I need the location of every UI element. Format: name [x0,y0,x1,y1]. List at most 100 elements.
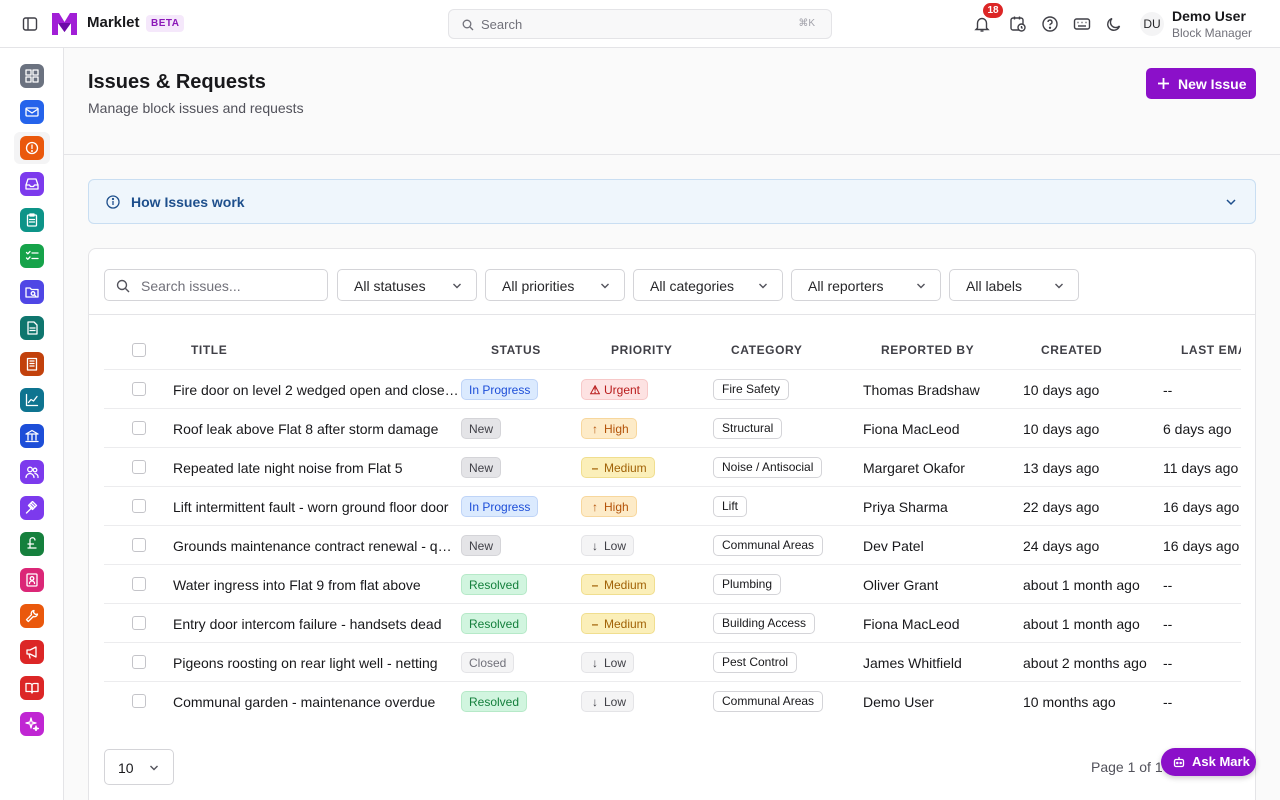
row-checkbox[interactable] [132,616,146,630]
folder-search-icon [25,287,39,298]
ask-mark-button[interactable]: Ask Mark [1161,748,1256,776]
global-search[interactable]: Search ⌘K [448,9,832,39]
issue-title[interactable]: Repeated late night noise from Flat 5 [173,460,459,476]
table-row[interactable]: Water ingress into Flat 9 from flat abov… [104,564,1241,603]
sidebar-item-mail[interactable] [20,100,44,124]
labels-filter[interactable]: All labels [949,269,1079,301]
avatar[interactable]: DU [1140,12,1164,36]
sidebar-item-pound[interactable] [20,532,44,556]
row-checkbox[interactable] [132,538,146,552]
sidebar-item-wrench[interactable] [20,604,44,628]
table-row[interactable]: Fire door on level 2 wedged open and clo… [104,369,1241,408]
how-issues-work-banner[interactable]: How Issues work [88,179,1256,224]
issue-title[interactable]: Fire door on level 2 wedged open and clo… [173,382,459,398]
column-header-title[interactable]: TITLE [191,343,227,357]
row-checkbox[interactable] [132,460,146,474]
table-row[interactable]: Lift intermittent fault - worn ground fl… [104,486,1241,525]
moon-icon[interactable] [1105,15,1123,33]
column-header-created[interactable]: CREATED [1041,343,1102,357]
sidebar-item-document[interactable] [20,316,44,340]
new-issue-button[interactable]: New Issue [1146,68,1256,99]
priority-badge: ↓ Low [581,652,635,673]
row-checkbox[interactable] [132,655,146,669]
last-email-date: 6 days ago [1163,421,1232,437]
sidebar-item-checklist[interactable] [20,244,44,268]
issue-title[interactable]: Grounds maintenance contract renewal - q… [173,538,459,554]
last-email-date: -- [1163,577,1173,593]
issue-title[interactable]: Roof leak above Flat 8 after storm damag… [173,421,459,437]
column-header-reported-by[interactable]: REPORTED BY [881,343,974,357]
row-checkbox[interactable] [132,577,146,591]
search-icon [116,279,130,293]
sidebar-item-chart-line[interactable] [20,388,44,412]
plus-icon [1158,78,1169,89]
sidebar-item-folder-search[interactable] [20,280,44,304]
issue-title[interactable]: Entry door intercom failure - handsets d… [173,616,459,632]
table-row[interactable]: Communal garden - maintenance overdue Res… [104,681,1241,720]
row-checkbox[interactable] [132,382,146,396]
sidebar-item-sparkles[interactable] [20,712,44,736]
priority-medium-icon: – [591,578,599,592]
sidebar-item-megaphone[interactable] [20,640,44,664]
created-date: about 2 months ago [1023,655,1147,671]
column-header-priority[interactable]: PRIORITY [611,343,672,357]
sidebar-item-dashboard[interactable] [20,64,44,88]
sidebar-item-users[interactable] [20,460,44,484]
priority-high-icon: ↑ [592,422,598,436]
sidebar-item-clipboard[interactable] [20,208,44,232]
table-row[interactable]: Roof leak above Flat 8 after storm damag… [104,408,1241,447]
priority-filter[interactable]: All priorities [485,269,625,301]
category-filter[interactable]: All categories [633,269,783,301]
priority-low-icon: ↓ [592,539,598,553]
contact-icon [26,573,38,587]
issue-search[interactable] [104,269,328,301]
last-email-date: -- [1163,382,1173,398]
table-row[interactable]: Entry door intercom failure - handsets d… [104,603,1241,642]
issue-title[interactable]: Lift intermittent fault - worn ground fl… [173,499,459,515]
issue-title[interactable]: Communal garden - maintenance overdue [173,694,459,710]
issue-title[interactable]: Water ingress into Flat 9 from flat abov… [173,577,459,593]
keyboard-icon[interactable] [1073,15,1091,33]
sidebar-item-contact[interactable] [20,568,44,592]
status-filter[interactable]: All statuses [337,269,477,301]
sidebar-item-gavel[interactable] [20,496,44,520]
sidebar-item-bank[interactable] [20,424,44,448]
column-header-status[interactable]: STATUS [491,343,541,357]
sidebar-item-book[interactable] [20,676,44,700]
select-all-checkbox[interactable] [132,343,146,357]
help-icon[interactable] [1041,15,1059,33]
issue-title[interactable]: Pigeons roosting on rear light well - ne… [173,655,459,671]
status-badge: Resolved [461,613,528,634]
calendar-clock-icon[interactable] [1009,15,1027,33]
table-row[interactable]: Repeated late night noise from Flat 5 New… [104,447,1241,486]
chevron-down-icon[interactable] [1225,196,1237,208]
sidebar-item-building[interactable] [20,352,44,376]
new-issue-label: New Issue [1178,76,1247,92]
sidebar-toggle-icon[interactable] [22,16,38,32]
user-name[interactable]: Demo User [1172,8,1246,24]
column-header-last-email[interactable]: LAST EMA [1181,343,1241,357]
marklet-logo[interactable] [51,11,78,36]
column-header-category[interactable]: CATEGORY [731,343,802,357]
table-row[interactable]: Pigeons roosting on rear light well - ne… [104,642,1241,681]
row-checkbox[interactable] [132,499,146,513]
last-email-date: 16 days ago [1163,499,1240,515]
search-placeholder: Search [481,17,523,32]
created-date: 22 days ago [1023,499,1100,515]
row-checkbox[interactable] [132,694,146,708]
sparkles-icon [25,717,39,731]
category-badge: Building Access [713,613,816,634]
row-checkbox[interactable] [132,421,146,435]
rows-per-page-select[interactable]: 10 [104,749,174,785]
issue-search-input[interactable] [141,276,321,296]
users-icon [25,466,39,479]
priority-badge: ↑ High [581,496,637,517]
status-badge: Closed [461,652,515,673]
table-row[interactable]: Grounds maintenance contract renewal - q… [104,525,1241,564]
sidebar-item-alert-circle[interactable] [20,136,44,160]
reporter-filter[interactable]: All reporters [791,269,941,301]
rows-per-page-value: 10 [118,760,134,776]
dashboard-icon [25,69,39,83]
sidebar-item-inbox[interactable] [20,172,44,196]
issues-card: All statuses All priorities All categori… [88,248,1256,800]
